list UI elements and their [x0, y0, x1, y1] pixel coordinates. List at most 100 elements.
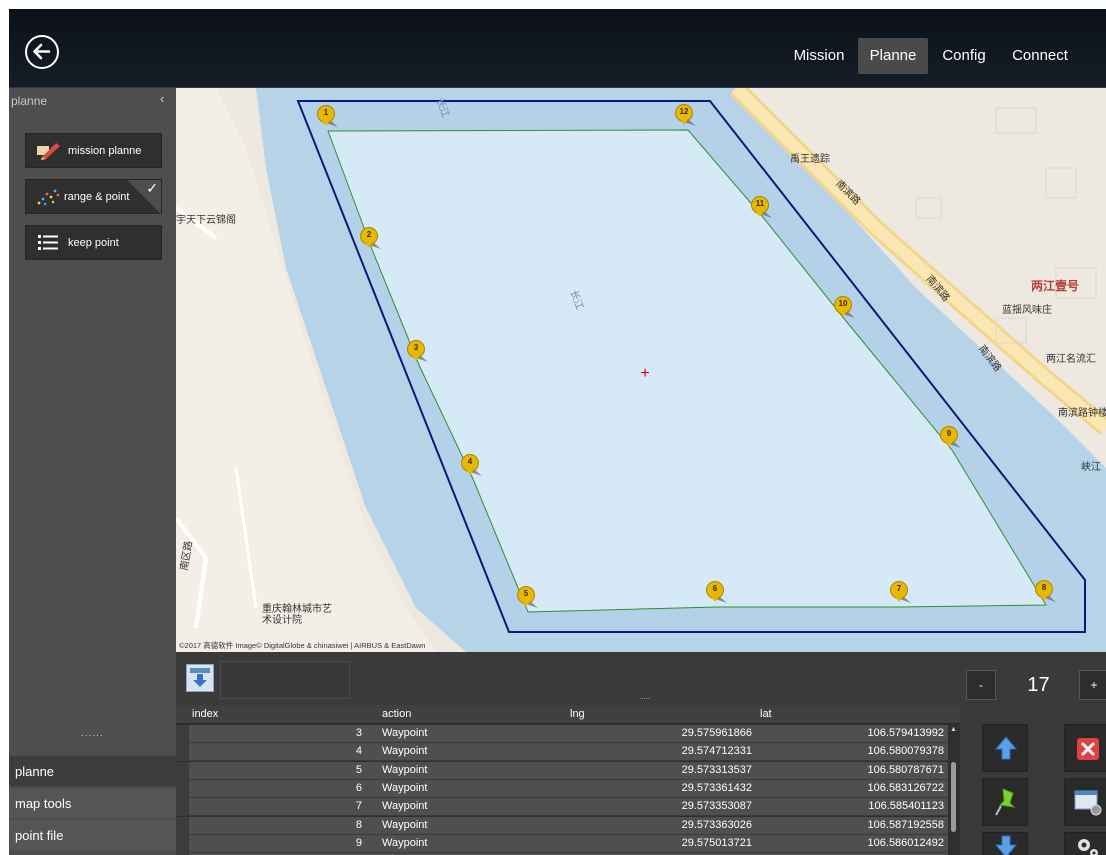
move-down-button[interactable] [982, 832, 1028, 855]
cell-lng: 29.574712331 [681, 745, 752, 758]
waypoint-label: 7 [896, 584, 902, 593]
column-lng[interactable]: lng [570, 708, 585, 720]
zoom-level: 17 [1027, 674, 1050, 696]
waypoint-label: 1 [323, 108, 329, 117]
waypoint-label: 11 [755, 199, 765, 208]
cell-lng: 29.575013721 [681, 836, 752, 849]
cell-index: 3 [355, 727, 362, 739]
keep-point-button[interactable]: keep point [25, 225, 162, 260]
cell-action: Waypoint [382, 836, 428, 849]
waypoint-marker[interactable]: 1 [316, 105, 338, 127]
poi-liangjiang-ming: 两江名流汇 [1046, 354, 1096, 365]
pin-button[interactable] [982, 778, 1028, 826]
waypoint-label: 2 [366, 230, 372, 239]
waypoint-marker[interactable]: 10 [833, 296, 855, 318]
sidebar-title: planne [11, 94, 48, 108]
scroll-thumb[interactable] [951, 762, 956, 832]
column-index[interactable]: index [192, 708, 218, 720]
waypoint-label: 12 [679, 107, 689, 116]
poi-lanyao: 蓝揺风味庄 [1002, 305, 1052, 316]
delete-button[interactable] [1064, 724, 1106, 772]
toolbar-area [220, 661, 350, 699]
tab-map-tools[interactable]: map tools [9, 787, 176, 818]
map-canvas: + [176, 88, 1106, 652]
row-selector[interactable] [176, 725, 189, 743]
nav-config[interactable]: Config [935, 38, 993, 74]
row-selector[interactable] [176, 779, 189, 798]
move-up-button[interactable] [982, 724, 1028, 772]
arrow-down-icon [994, 835, 1018, 855]
column-action[interactable]: action [382, 708, 411, 720]
table-row[interactable]: 3 Waypoint 29.575961866 106.579413992 [176, 725, 948, 743]
row-selector[interactable] [176, 834, 189, 853]
zoom-in-button[interactable]: + [1079, 670, 1106, 700]
column-lat[interactable]: lat [760, 708, 772, 720]
waypoint-label: 10 [838, 299, 848, 308]
top-bar: Mission Planne Config Connect [9, 9, 1106, 88]
splitter-dots[interactable]: ..... [639, 692, 650, 701]
cell-lat: 106.580079378 [867, 745, 944, 758]
waypoint-marker[interactable]: 9 [939, 426, 961, 448]
table-row[interactable]: 9 Waypoint 29.575013721 106.586012492 [176, 834, 948, 853]
cell-lat: 106.580787671 [867, 763, 944, 776]
poi-xiajiang: 峡江 [1081, 462, 1101, 473]
gears-icon [1078, 839, 1098, 855]
waypoint-marker[interactable]: 2 [359, 227, 381, 249]
table-scrollbar[interactable]: ▲ [950, 724, 958, 855]
cell-lat: 106.585401123 [868, 800, 944, 813]
cell-lat: 106.587192558 [867, 818, 944, 831]
cell-index: 8 [355, 818, 362, 831]
nav-connect[interactable]: Connect [1005, 38, 1075, 74]
waypoint-marker[interactable]: 12 [674, 104, 696, 126]
row-selector[interactable] [176, 743, 189, 762]
cell-action: Waypoint [382, 818, 428, 831]
download-button[interactable] [186, 664, 214, 692]
nav-mission[interactable]: Mission [785, 38, 853, 74]
cell-action: Waypoint [382, 763, 428, 776]
waypoint-marker[interactable]: 7 [889, 581, 911, 603]
poi-yu-wang: 禹王遗踪 [790, 154, 830, 165]
poi-liangjiang-yihao: 两江壹号 [1031, 279, 1080, 293]
cell-lat: 106.579413992 [867, 727, 944, 739]
waypoint-marker[interactable]: 6 [705, 581, 727, 603]
scroll-up-icon[interactable]: ▲ [950, 726, 957, 733]
collapse-chevron-icon[interactable]: ‹ [160, 91, 164, 106]
mission-planne-label: mission planne [68, 145, 142, 157]
back-button[interactable] [25, 35, 59, 69]
range-point-button[interactable]: range & point ✓ [25, 179, 162, 214]
cell-lng: 29.573361432 [681, 781, 752, 794]
window-gear-icon [1074, 790, 1102, 816]
waypoint-marker[interactable]: 5 [516, 586, 538, 608]
waypoint-label: 9 [946, 429, 952, 438]
row-selector[interactable] [176, 798, 189, 817]
waypoint-marker[interactable]: 11 [750, 196, 772, 218]
waypoint-marker[interactable]: 8 [1034, 580, 1056, 602]
row-selector[interactable] [176, 816, 189, 835]
table-row[interactable]: 6 Waypoint 29.573361432 106.583126722 [176, 779, 948, 798]
arrow-up-icon [994, 736, 1018, 760]
waypoint-label: 3 [413, 343, 419, 352]
center-marker: + [640, 365, 649, 382]
tab-planne[interactable]: planne [9, 755, 176, 786]
table-row[interactable]: 5 Waypoint 29.573313537 106.580787671 [176, 761, 948, 780]
cell-index: 6 [355, 781, 362, 794]
splitter-handle[interactable]: ...... [81, 728, 104, 739]
waypoint-label: 4 [467, 457, 473, 466]
cell-lat: 106.583126722 [867, 781, 944, 794]
settings-window-button[interactable] [1064, 778, 1106, 826]
map-view[interactable]: + 长江 长江 宇天下云锦阁 禹王遗踪 南滨路 南滨路 南滨路 两江壹号 蓝揺风… [176, 88, 1106, 652]
pencil-icon [37, 143, 60, 160]
table-row[interactable]: 4 Waypoint 29.574712331 106.580079378 [176, 743, 948, 762]
zoom-out-button[interactable]: - [966, 670, 996, 700]
gears-button[interactable] [1064, 832, 1106, 855]
mission-planne-button[interactable]: mission planne [25, 133, 162, 168]
table-row[interactable]: 8 Waypoint 29.573363026 106.587192558 [176, 816, 948, 835]
table-row[interactable]: 7 Waypoint 29.573353087 106.585401123 [176, 798, 948, 817]
tab-point-file[interactable]: point file [9, 819, 176, 850]
pushpin-icon [995, 788, 1016, 816]
row-selector[interactable] [176, 761, 189, 780]
waypoint-label: 6 [712, 584, 718, 593]
waypoint-marker[interactable]: 3 [406, 340, 428, 362]
waypoint-marker[interactable]: 4 [460, 454, 482, 476]
nav-planne[interactable]: Planne [858, 38, 928, 74]
